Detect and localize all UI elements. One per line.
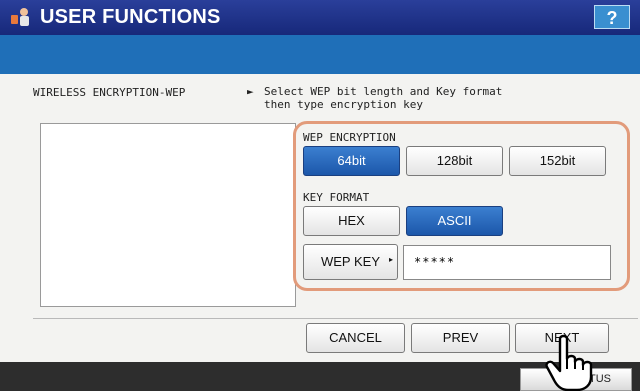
info-bar xyxy=(0,35,640,74)
wep-encryption-label: WEP ENCRYPTION xyxy=(303,131,396,144)
instruction-arrow-icon: ► xyxy=(247,85,254,98)
wep-key-field[interactable]: ***** xyxy=(403,245,611,280)
wep-152bit-label: 152bit xyxy=(539,153,576,168)
instruction-text: Select WEP bit length and Key format the… xyxy=(264,85,503,111)
cancel-label: CANCEL xyxy=(329,330,382,345)
wep-64bit-label: 64bit xyxy=(337,153,366,168)
prev-button[interactable]: PREV xyxy=(411,323,510,353)
key-format-hex-label: HEX xyxy=(338,213,365,228)
key-format-ascii-label: ASCII xyxy=(437,213,472,228)
wep-128bit-label: 128bit xyxy=(436,153,473,168)
network-list-box xyxy=(40,123,296,307)
more-arrow-icon: ▸ xyxy=(388,255,393,264)
wep-128bit-button[interactable]: 128bit xyxy=(406,146,503,176)
key-format-hex-button[interactable]: HEX xyxy=(303,206,400,236)
title-bar: USER FUNCTIONS ? xyxy=(0,0,640,35)
divider xyxy=(33,318,638,319)
cancel-button[interactable]: CANCEL xyxy=(306,323,405,353)
wep-key-button[interactable]: WEP KEY ▸ xyxy=(303,244,398,280)
key-format-ascii-button[interactable]: ASCII xyxy=(406,206,503,236)
wep-152bit-button[interactable]: 152bit xyxy=(509,146,606,176)
page-title: USER FUNCTIONS xyxy=(40,6,221,28)
user-functions-icon xyxy=(11,8,29,26)
key-format-label: KEY FORMAT xyxy=(303,191,370,204)
help-button[interactable]: ? xyxy=(594,5,630,29)
prev-label: PREV xyxy=(442,330,479,345)
wep-key-label: WEP KEY xyxy=(320,254,380,269)
section-label: WIRELESS ENCRYPTION-WEP xyxy=(33,86,186,99)
wep-64bit-button[interactable]: 64bit xyxy=(303,146,400,176)
pointing-hand-icon xyxy=(545,334,593,391)
